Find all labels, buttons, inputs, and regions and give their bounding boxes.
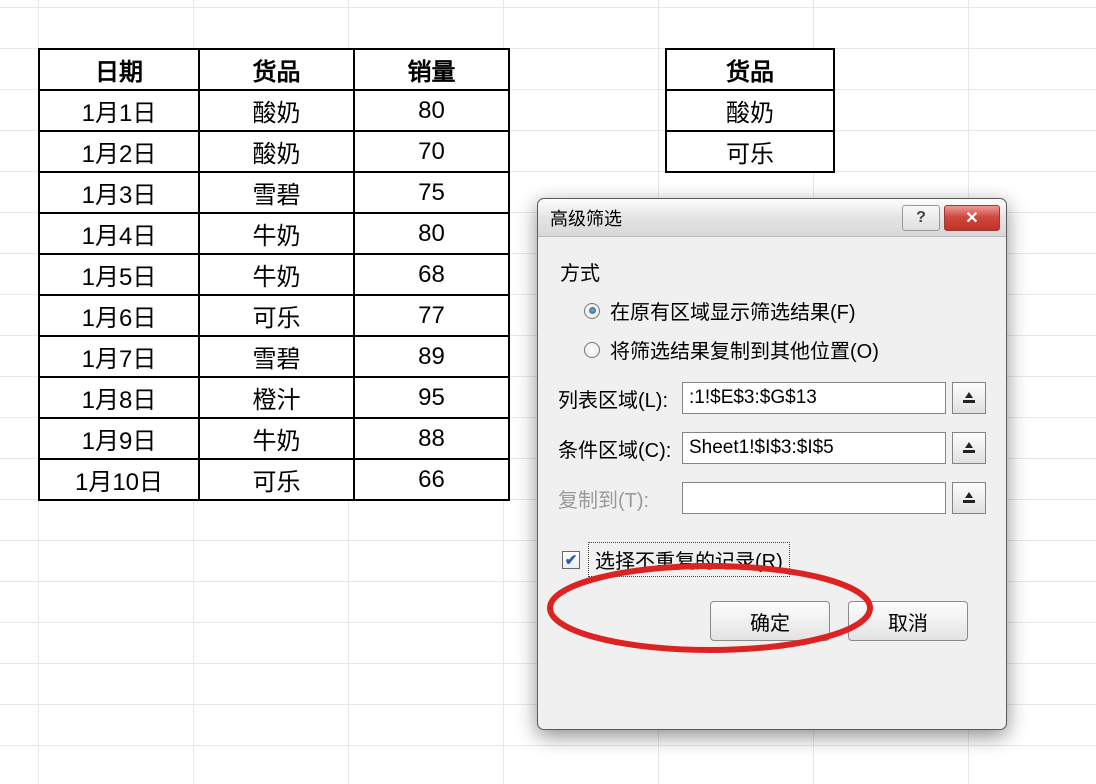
cell[interactable]: 77 (354, 295, 509, 336)
cell[interactable]: 牛奶 (199, 213, 354, 254)
copy-to-label: 复制到(T): (558, 484, 682, 513)
cell[interactable]: 1月2日 (39, 131, 199, 172)
radio-icon (584, 342, 600, 358)
cell[interactable]: 可乐 (199, 459, 354, 500)
criteria-range-picker-button[interactable] (952, 432, 986, 464)
cell[interactable]: 80 (354, 213, 509, 254)
criteria-header[interactable]: 货品 (666, 49, 834, 90)
table-row[interactable]: 1月9日牛奶88 (39, 418, 509, 459)
close-icon: ✕ (965, 208, 978, 228)
radio-copy-to-location[interactable]: 将筛选结果复制到其他位置(O) (584, 335, 986, 364)
criteria-range-input[interactable] (682, 432, 946, 464)
cell[interactable]: 1月8日 (39, 377, 199, 418)
list-range-label: 列表区域(L): (558, 384, 682, 413)
cell[interactable]: 橙汁 (199, 377, 354, 418)
copy-to-row: 复制到(T): (558, 482, 986, 514)
cell[interactable]: 80 (354, 90, 509, 131)
criteria-range-label: 条件区域(C): (558, 434, 682, 463)
help-button[interactable]: ? (902, 205, 940, 231)
cell[interactable]: 1月5日 (39, 254, 199, 295)
dialog-titlebar[interactable]: 高级筛选 ? ✕ (538, 199, 1006, 237)
table-row[interactable]: 酸奶 (666, 90, 834, 131)
table-row[interactable]: 1月4日牛奶80 (39, 213, 509, 254)
cell[interactable]: 89 (354, 336, 509, 377)
table-header-row: 日期 货品 销量 (39, 49, 509, 90)
advanced-filter-dialog: 高级筛选 ? ✕ 方式 在原有区域显示筛选结果(F) 将筛选结果复制到其他位置(… (537, 198, 1007, 730)
radio-label: 将筛选结果复制到其他位置(O) (610, 335, 879, 364)
cancel-button[interactable]: 取消 (848, 601, 968, 641)
cell[interactable]: 酸奶 (666, 90, 834, 131)
table-row[interactable]: 1月1日酸奶80 (39, 90, 509, 131)
table-row[interactable]: 1月3日雪碧75 (39, 172, 509, 213)
table-row[interactable]: 1月6日可乐77 (39, 295, 509, 336)
table-row[interactable]: 可乐 (666, 131, 834, 172)
unique-records-row[interactable]: ✔ 选择不重复的记录(R) (562, 542, 986, 577)
radio-label: 在原有区域显示筛选结果(F) (610, 296, 856, 325)
cell[interactable]: 75 (354, 172, 509, 213)
range-picker-icon (961, 390, 977, 406)
radio-icon (584, 303, 600, 319)
cell[interactable]: 88 (354, 418, 509, 459)
cell[interactable]: 1月7日 (39, 336, 199, 377)
cell[interactable]: 可乐 (199, 295, 354, 336)
cell[interactable]: 酸奶 (199, 131, 354, 172)
radio-filter-in-place[interactable]: 在原有区域显示筛选结果(F) (584, 296, 986, 325)
cell[interactable]: 1月4日 (39, 213, 199, 254)
col-date-header[interactable]: 日期 (39, 49, 199, 90)
table-row[interactable]: 1月7日雪碧89 (39, 336, 509, 377)
cell[interactable]: 1月6日 (39, 295, 199, 336)
cell[interactable]: 68 (354, 254, 509, 295)
cell[interactable]: 牛奶 (199, 418, 354, 459)
cell[interactable]: 雪碧 (199, 172, 354, 213)
cell[interactable]: 雪碧 (199, 336, 354, 377)
ok-button[interactable]: 确定 (710, 601, 830, 641)
range-picker-icon (961, 440, 977, 456)
cell[interactable]: 95 (354, 377, 509, 418)
cell[interactable]: 可乐 (666, 131, 834, 172)
cell[interactable]: 1月1日 (39, 90, 199, 131)
col-item-header[interactable]: 货品 (199, 49, 354, 90)
dialog-title: 高级筛选 (550, 205, 898, 231)
cell[interactable]: 酸奶 (199, 90, 354, 131)
col-qty-header[interactable]: 销量 (354, 49, 509, 90)
table-row[interactable]: 1月10日可乐66 (39, 459, 509, 500)
cell[interactable]: 1月9日 (39, 418, 199, 459)
cell[interactable]: 1月10日 (39, 459, 199, 500)
checkbox-icon: ✔ (562, 551, 580, 569)
copy-to-input (682, 482, 946, 514)
close-button[interactable]: ✕ (944, 205, 1000, 231)
criteria-range-row: 条件区域(C): (558, 432, 986, 464)
cell[interactable]: 70 (354, 131, 509, 172)
list-range-picker-button[interactable] (952, 382, 986, 414)
table-row[interactable]: 1月2日酸奶70 (39, 131, 509, 172)
cell[interactable]: 牛奶 (199, 254, 354, 295)
list-range-input[interactable] (682, 382, 946, 414)
criteria-table[interactable]: 货品 酸奶可乐 (665, 48, 835, 173)
method-group-label: 方式 (560, 257, 986, 286)
cell[interactable]: 1月3日 (39, 172, 199, 213)
list-range-row: 列表区域(L): (558, 382, 986, 414)
table-row[interactable]: 1月8日橙汁95 (39, 377, 509, 418)
range-picker-icon (961, 490, 977, 506)
cell[interactable]: 66 (354, 459, 509, 500)
data-table[interactable]: 日期 货品 销量 1月1日酸奶801月2日酸奶701月3日雪碧751月4日牛奶8… (38, 48, 510, 501)
copy-to-picker-button[interactable] (952, 482, 986, 514)
table-row[interactable]: 1月5日牛奶68 (39, 254, 509, 295)
unique-records-label: 选择不重复的记录(R) (588, 542, 790, 577)
